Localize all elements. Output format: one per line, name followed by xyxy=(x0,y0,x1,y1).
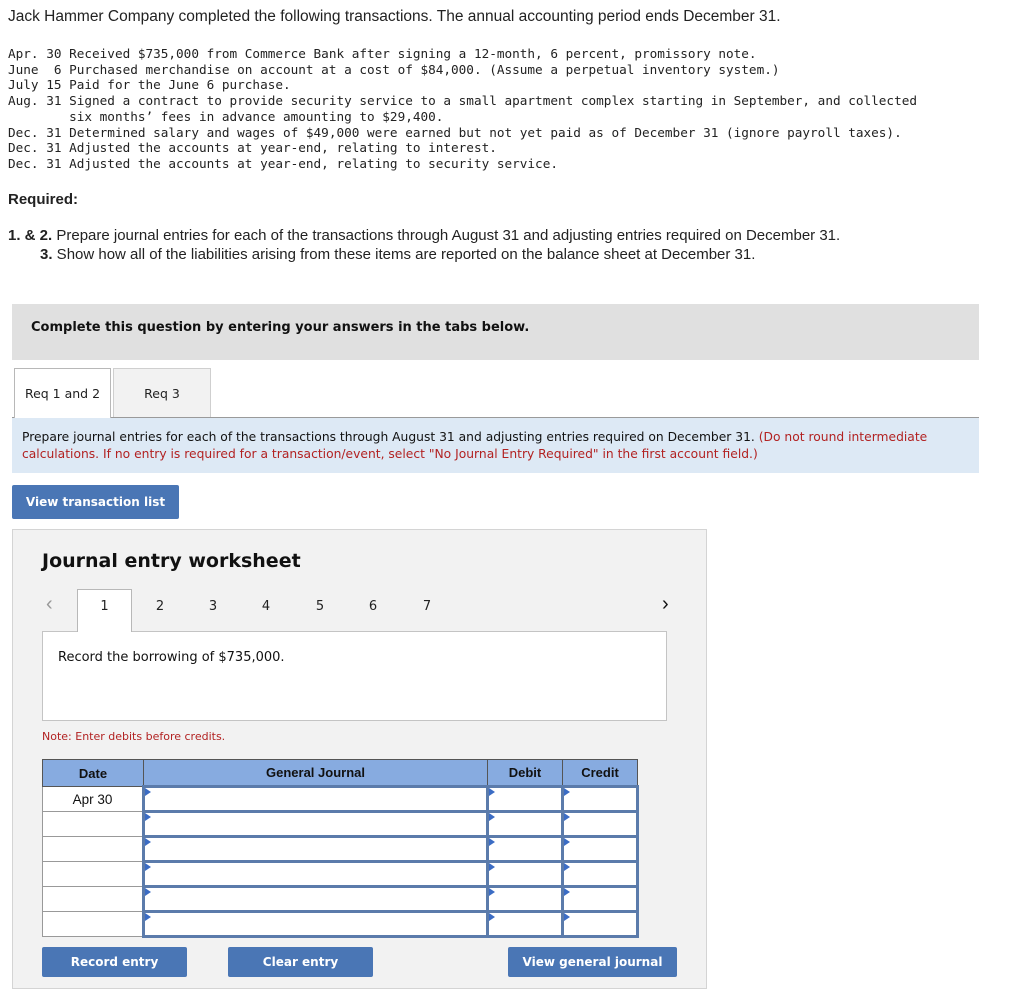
tab-req-1-and-2[interactable]: Req 1 and 2 xyxy=(14,368,111,418)
journal-row xyxy=(42,810,639,838)
worksheet-page-1[interactable]: 1 xyxy=(77,589,132,632)
record-entry-button[interactable]: Record entry xyxy=(42,947,187,977)
transaction-line: six months’ fees in advance amounting to… xyxy=(8,108,444,124)
credit-input[interactable] xyxy=(561,860,639,888)
account-select[interactable] xyxy=(142,835,489,863)
worksheet-title: Journal entry worksheet xyxy=(42,550,301,572)
worksheet-page-7[interactable]: 7 xyxy=(414,599,440,614)
credit-input[interactable] xyxy=(561,835,639,863)
transaction-line: Aug. 31 Signed a contract to provide sec… xyxy=(8,93,917,109)
transaction-line: Dec. 31 Adjusted the accounts at year-en… xyxy=(8,140,497,156)
header-general-journal: General Journal xyxy=(143,759,488,787)
requirement-text: Show how all of the liabilities arising … xyxy=(52,246,756,263)
credit-input[interactable] xyxy=(561,785,639,813)
account-select[interactable] xyxy=(142,810,489,838)
requirement-1-2: 1. & 2. Prepare journal entries for each… xyxy=(8,227,840,244)
debit-input[interactable] xyxy=(486,860,564,888)
date-cell: Apr 30 xyxy=(42,786,144,812)
tab-req-3[interactable]: Req 3 xyxy=(113,368,211,417)
debit-input[interactable] xyxy=(486,910,564,938)
entry-description: Record the borrowing of $735,000. xyxy=(58,650,285,665)
requirement-text: Prepare journal entries for each of the … xyxy=(52,227,841,244)
chevron-right-icon[interactable]: › xyxy=(662,593,669,616)
credit-input[interactable] xyxy=(561,885,639,913)
instructions-main: Prepare journal entries for each of the … xyxy=(22,430,759,444)
requirement-3: 3. Show how all of the liabilities arisi… xyxy=(40,246,755,263)
worksheet-page-5[interactable]: 5 xyxy=(307,599,333,614)
journal-header-row: Date General Journal Debit Credit xyxy=(42,759,638,787)
required-heading: Required: xyxy=(8,191,79,208)
date-cell xyxy=(42,836,144,862)
journal-table: Date General Journal Debit Credit Apr 30 xyxy=(42,759,639,938)
account-select[interactable] xyxy=(142,910,489,938)
credit-input[interactable] xyxy=(561,910,639,938)
view-transaction-list-button[interactable]: View transaction list xyxy=(12,485,179,519)
header-debit: Debit xyxy=(487,759,563,787)
journal-entry-worksheet: Journal entry worksheet ‹ 1 2 3 4 5 6 7 … xyxy=(12,529,707,989)
journal-row xyxy=(42,910,639,938)
tab-instructions: Prepare journal entries for each of the … xyxy=(12,418,979,473)
date-cell xyxy=(42,886,144,912)
journal-row xyxy=(42,885,639,913)
transaction-line: Dec. 31 Determined salary and wages of $… xyxy=(8,124,902,140)
date-cell xyxy=(42,911,144,937)
date-cell xyxy=(42,861,144,887)
transaction-list: Apr. 30 Received $735,000 from Commerce … xyxy=(8,46,917,172)
account-select[interactable] xyxy=(142,860,489,888)
credit-input[interactable] xyxy=(561,810,639,838)
journal-row: Apr 30 xyxy=(42,785,639,813)
requirement-number: 3. xyxy=(40,246,53,263)
debit-input[interactable] xyxy=(486,810,564,838)
journal-row xyxy=(42,835,639,863)
header-date: Date xyxy=(42,759,144,787)
debit-input[interactable] xyxy=(486,835,564,863)
view-general-journal-button[interactable]: View general journal xyxy=(508,947,677,977)
problem-intro: Jack Hammer Company completed the follow… xyxy=(8,8,781,25)
debit-input[interactable] xyxy=(486,785,564,813)
clear-entry-button[interactable]: Clear entry xyxy=(228,947,373,977)
journal-row xyxy=(42,860,639,888)
banner-text: Complete this question by entering your … xyxy=(31,320,530,335)
transaction-line: July 15 Paid for the June 6 purchase. xyxy=(8,77,291,93)
account-select[interactable] xyxy=(142,885,489,913)
requirement-number: 1. & 2. xyxy=(8,227,53,244)
worksheet-page-2[interactable]: 2 xyxy=(147,599,173,614)
debit-input[interactable] xyxy=(486,885,564,913)
transaction-line: Dec. 31 Adjusted the accounts at year-en… xyxy=(8,155,558,171)
worksheet-page-6[interactable]: 6 xyxy=(360,599,386,614)
transaction-line: Apr. 30 Received $735,000 from Commerce … xyxy=(8,46,757,61)
account-select[interactable] xyxy=(142,785,489,813)
worksheet-page-4[interactable]: 4 xyxy=(253,599,279,614)
instructions-banner: Complete this question by entering your … xyxy=(12,304,979,360)
transaction-line: June 6 Purchased merchandise on account … xyxy=(8,61,780,77)
worksheet-page-3[interactable]: 3 xyxy=(200,599,226,614)
debits-credits-note: Note: Enter debits before credits. xyxy=(42,730,226,743)
header-credit: Credit xyxy=(562,759,638,787)
chevron-left-icon[interactable]: ‹ xyxy=(46,593,53,616)
date-cell xyxy=(42,811,144,837)
entry-description-box: Record the borrowing of $735,000. xyxy=(42,631,667,721)
